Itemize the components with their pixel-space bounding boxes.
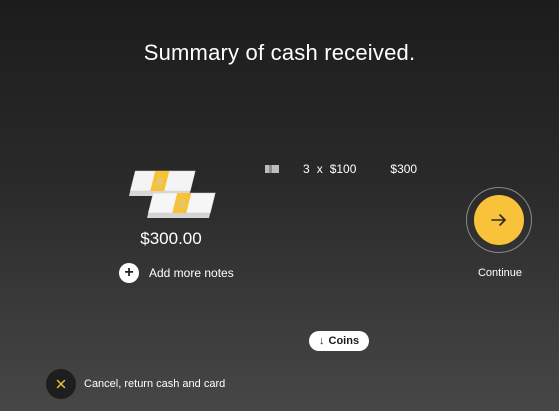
note-count: 3 bbox=[303, 162, 310, 176]
banknote-icon bbox=[265, 165, 279, 173]
cancel-button[interactable]: Cancel, return cash and card bbox=[46, 369, 225, 399]
coins-label: Coins bbox=[328, 335, 360, 347]
add-more-notes-button[interactable]: + Add more notes bbox=[119, 263, 234, 283]
continue-button[interactable] bbox=[466, 187, 532, 253]
cancel-label: Cancel, return cash and card bbox=[84, 378, 226, 390]
continue-button-face[interactable] bbox=[474, 195, 524, 245]
page-title: Summary of cash received. bbox=[143, 40, 416, 65]
note-multiplier: x bbox=[316, 162, 323, 176]
cash-total: $300.00 bbox=[140, 229, 202, 248]
add-more-notes-label: Add more notes bbox=[149, 266, 234, 280]
note-subtotal: $300 bbox=[390, 162, 418, 176]
arrow-right-icon bbox=[491, 214, 506, 226]
close-icon bbox=[46, 369, 76, 399]
note-summary-row: 3 x $100 $300 bbox=[265, 160, 417, 178]
continue-label: Continue bbox=[477, 267, 523, 279]
cash-stack-icon: $ $ bbox=[129, 170, 216, 218]
plus-icon: + bbox=[119, 263, 139, 283]
coins-button[interactable]: ↓ Coins bbox=[309, 331, 370, 351]
note-denomination: $100 bbox=[329, 162, 357, 176]
arrow-down-icon: ↓ bbox=[319, 335, 325, 347]
